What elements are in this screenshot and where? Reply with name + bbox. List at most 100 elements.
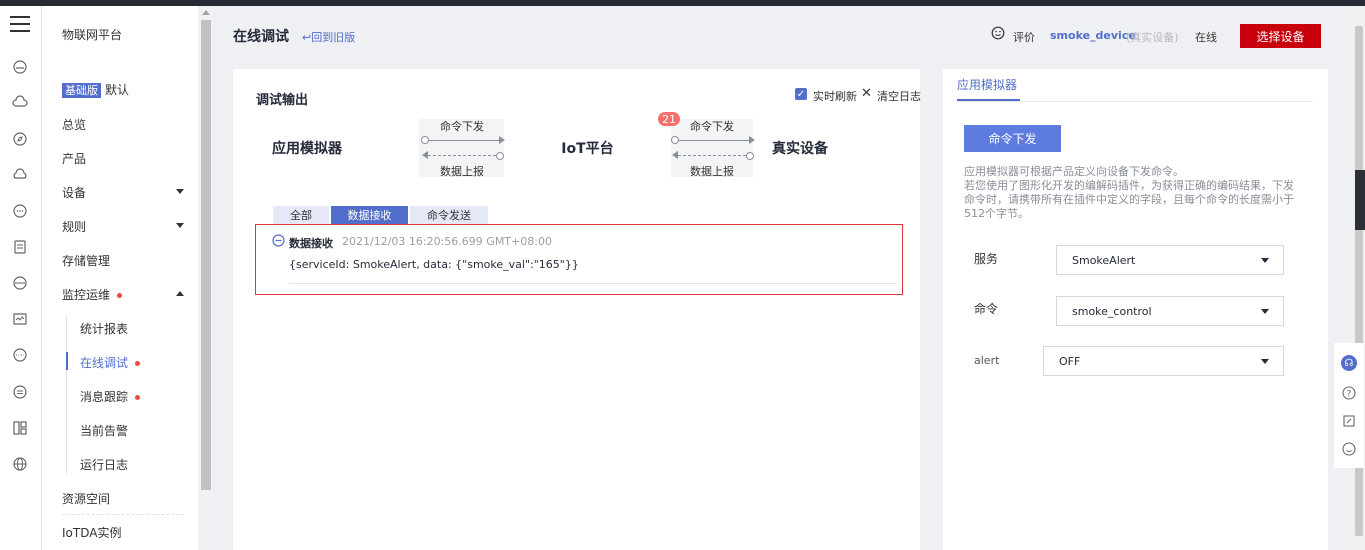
database-icon[interactable] xyxy=(11,274,29,292)
smile-feedback-icon[interactable] xyxy=(1341,441,1357,457)
chevron-up-icon xyxy=(176,291,184,296)
flow-data-up-label: 数据上报 xyxy=(690,165,734,178)
realtime-refresh-checkbox[interactable]: ✓ xyxy=(795,88,807,100)
flow-line xyxy=(428,155,496,156)
alert-value: OFF xyxy=(1059,354,1081,368)
cloud-upload-icon[interactable] xyxy=(11,93,29,111)
tab-command-send[interactable]: 命令发送 xyxy=(410,206,488,224)
compass-icon[interactable] xyxy=(11,130,29,148)
chat-icon[interactable] xyxy=(11,383,29,401)
nav-brand[interactable]: 物联网平台 xyxy=(62,26,122,43)
notice-dot xyxy=(135,395,141,400)
subnav-line xyxy=(66,316,67,474)
flow-line xyxy=(429,140,499,141)
feedback-edit-icon[interactable] xyxy=(1341,413,1357,429)
headset-icon[interactable]: ☊ xyxy=(1341,355,1357,371)
floating-toolbar: ☊ ? xyxy=(1334,343,1364,468)
nav-sub-msg-trace-label: 消息跟踪 xyxy=(80,390,129,404)
caret-down-icon xyxy=(1261,258,1269,263)
flow-iot-platform: IoT平台 xyxy=(504,119,671,177)
caret-down-icon xyxy=(1261,309,1269,314)
page-scrollbar[interactable] xyxy=(1353,6,1365,550)
clear-log-button[interactable]: 清空日志 xyxy=(877,88,921,104)
nav-item-monitor-label: 监控运维 xyxy=(62,288,111,302)
select-device-button[interactable]: 选择设备 xyxy=(1240,24,1321,48)
flow-cmd-down-label: 命令下发 xyxy=(440,120,484,133)
help-icon[interactable]: ? xyxy=(1341,385,1357,401)
nav-sub-alarms[interactable]: 当前告警 xyxy=(80,422,128,439)
flow-data-up-label: 数据上报 xyxy=(440,165,484,178)
command-select[interactable]: smoke_control xyxy=(1056,296,1284,326)
nav-item-storage[interactable]: 存储管理 xyxy=(62,252,110,269)
globe-icon[interactable] xyxy=(11,455,29,473)
service-select[interactable]: SmokeAlert xyxy=(1056,245,1284,275)
alert-select[interactable]: OFF xyxy=(1043,346,1284,376)
nav-item-product[interactable]: 产品 xyxy=(62,150,86,167)
cloud-sync-icon[interactable] xyxy=(11,166,29,184)
icon-rail xyxy=(0,6,42,550)
flow-node xyxy=(746,152,754,160)
flow-app-simulator: 应用模拟器 xyxy=(255,119,419,177)
edition-selector[interactable]: 基础版 默认 xyxy=(62,81,129,98)
flow-node xyxy=(421,136,429,144)
nav-sub-online-debug-label: 在线调试 xyxy=(80,356,129,370)
collapse-icon[interactable] xyxy=(272,234,285,250)
tab-data-receive[interactable]: 数据接收 xyxy=(331,206,408,224)
log-divider xyxy=(289,283,897,284)
close-icon[interactable]: ✕ xyxy=(861,86,872,101)
flow-node xyxy=(671,136,679,144)
scroll-up-icon[interactable] xyxy=(202,10,210,15)
notice-dot xyxy=(117,293,123,298)
simulator-description: 应用模拟器可根据产品定义向设备下发命令。 若您使用了图形化开发的编解码插件，为获得… xyxy=(964,165,1304,221)
debug-output-title: 调试输出 xyxy=(256,93,309,108)
nav-sub-online-debug[interactable]: 在线调试 xyxy=(80,354,141,371)
command-value: smoke_control xyxy=(1072,304,1152,318)
send-command-button[interactable]: 命令下发 xyxy=(964,125,1061,152)
log-time: 2021/12/03 16:20:56.699 GMT+08:00 xyxy=(342,235,552,248)
nav-item-rules[interactable]: 规则 xyxy=(62,218,86,235)
realtime-refresh-label[interactable]: 实时刷新 xyxy=(813,88,857,104)
notice-dot xyxy=(135,361,141,366)
back-to-old-link[interactable]: ↩回到旧版 xyxy=(302,29,355,45)
cloud-icon[interactable] xyxy=(11,58,29,76)
cloud-dots-icon[interactable] xyxy=(11,346,29,364)
pending-count-badge: 21 xyxy=(658,112,680,126)
flow-cmd-down-label: 命令下发 xyxy=(690,120,734,133)
subnav-active-indicator xyxy=(66,352,68,370)
device-type: (真实设备) xyxy=(1126,31,1179,44)
side-nav: 物联网平台 基础版 默认 总览 产品 设备 规则 存储管理 监控运维 统计报表 在… xyxy=(42,6,198,550)
svg-text:?: ? xyxy=(1347,389,1352,399)
nav-item-monitor[interactable]: 监控运维 xyxy=(62,286,123,303)
simulator-desc-line2: 若您使用了图形化开发的编解码插件，为获得正确的编码结果，下发命令时，请携带所有在… xyxy=(964,179,1294,220)
log-type: 数据接收 xyxy=(289,237,333,250)
arrow-right-icon xyxy=(749,136,755,144)
rate-link[interactable]: 评价 xyxy=(1013,29,1035,45)
flow-real-device: 真实设备 xyxy=(753,119,920,177)
flow-node xyxy=(496,152,504,160)
device-name[interactable]: smoke_device xyxy=(1050,29,1136,42)
smile-icon[interactable] xyxy=(991,26,1005,43)
nav-item-iotda[interactable]: IoTDA实例 xyxy=(62,524,121,541)
device-status: 在线 xyxy=(1195,31,1217,44)
cloud-more-icon[interactable] xyxy=(11,202,29,220)
monitor-icon[interactable] xyxy=(11,310,29,328)
side-widget[interactable] xyxy=(1355,170,1365,230)
tab-app-simulator[interactable]: 应用模拟器 xyxy=(957,76,1017,93)
nav-item-overview[interactable]: 总览 xyxy=(62,116,86,133)
command-label: 命令 xyxy=(974,302,999,316)
nav-item-resource[interactable]: 资源空间 xyxy=(62,490,110,507)
document-icon[interactable] xyxy=(11,238,29,256)
page-title: 在线调试 xyxy=(233,29,289,45)
menu-icon[interactable] xyxy=(10,16,30,32)
service-value: SmokeAlert xyxy=(1072,253,1136,267)
simulator-desc-line1: 应用模拟器可根据产品定义向设备下发命令。 xyxy=(964,165,1184,178)
nav-scrollbar-thumb[interactable] xyxy=(201,20,211,490)
nav-sub-msg-trace[interactable]: 消息跟踪 xyxy=(80,388,141,405)
nav-scrollbar[interactable] xyxy=(199,6,213,550)
layout-icon[interactable] xyxy=(11,419,29,437)
nav-sub-stats[interactable]: 统计报表 xyxy=(80,320,128,337)
chevron-down-icon xyxy=(176,223,184,228)
tab-all[interactable]: 全部 xyxy=(273,206,329,224)
nav-item-device[interactable]: 设备 xyxy=(62,184,86,201)
nav-sub-run-log[interactable]: 运行日志 xyxy=(80,456,128,473)
